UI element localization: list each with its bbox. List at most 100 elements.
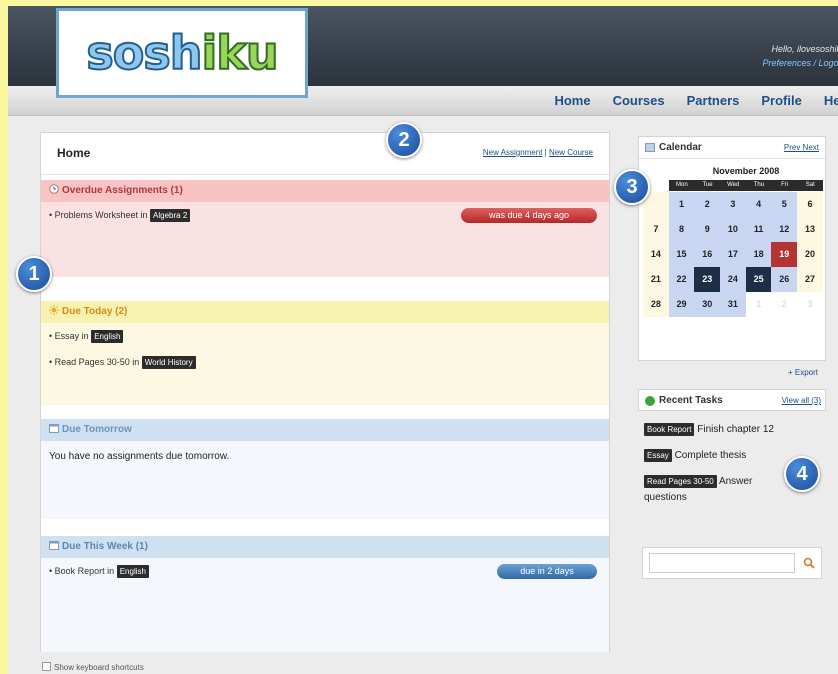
assignment-row[interactable]: • Read Pages 30-50 in World History xyxy=(41,349,609,375)
calendar-day[interactable]: 22 xyxy=(668,267,695,292)
calendar-day[interactable]: 27 xyxy=(797,267,823,292)
due-this-week-section: Due This Week (1) • Book Report in Engli… xyxy=(41,536,609,652)
list-item[interactable]: Read Pages 30-50 Answer questions xyxy=(644,474,794,506)
calendar-day[interactable]: 9 xyxy=(694,217,721,242)
task-text: Complete thesis xyxy=(674,450,747,461)
weekday-header: Mon Tue Wed Thu Fri Sat xyxy=(669,180,824,191)
overdue-section: Overdue Assignments (1) • Problems Works… xyxy=(41,180,609,277)
recent-tasks-title: Recent Tasks xyxy=(659,395,723,406)
assignment-row[interactable]: • Essay in English xyxy=(41,323,609,349)
weekday-label: Sat xyxy=(805,182,815,188)
task-tag[interactable]: Book Report xyxy=(644,423,695,436)
assignment-row[interactable]: • Book Report in English due in 2 days xyxy=(41,558,609,584)
panel-actions: New Assignment | New Course xyxy=(483,148,593,157)
callout-badge-3: 3 xyxy=(614,169,650,205)
status-badge: due in 2 days xyxy=(497,564,597,579)
callout-badge-2: 2 xyxy=(386,122,422,158)
nav-partners[interactable]: Partners xyxy=(687,93,740,108)
nav-home[interactable]: Home xyxy=(554,93,590,108)
course-tag[interactable]: English xyxy=(116,565,149,578)
greeting-text: Hello, ilovesoshiku xyxy=(771,44,838,54)
new-assignment-link[interactable]: New Assignment xyxy=(483,148,543,157)
list-item[interactable]: Book Report Finish chapter 12 xyxy=(644,422,828,438)
calendar-day[interactable]: 3 xyxy=(720,192,746,217)
calendar-header: Calendar Prev Next xyxy=(639,137,825,159)
account-links[interactable]: Preferences / Logout xyxy=(762,56,838,70)
calendar-day[interactable]: 14 xyxy=(643,242,669,267)
course-tag[interactable]: World History xyxy=(141,356,196,369)
assignment-title[interactable]: Essay in xyxy=(55,331,89,341)
calendar-icon xyxy=(645,143,655,152)
view-all-link[interactable]: View all (3) xyxy=(782,396,821,405)
calendar-day[interactable]: 2 xyxy=(771,292,798,317)
nav-help[interactable]: Help xyxy=(824,93,838,108)
calendar-day[interactable]: 25 xyxy=(745,267,772,292)
calendar-day[interactable]: 16 xyxy=(694,242,721,267)
calendar-day[interactable]: 30 xyxy=(694,292,721,317)
link-separator: | xyxy=(544,148,547,157)
calendar-day[interactable]: 26 xyxy=(771,267,798,292)
logo[interactable]: soshiku xyxy=(56,8,308,98)
calendar-day[interactable]: 13 xyxy=(797,217,823,242)
today-heading-text: Due Today (2) xyxy=(62,306,128,317)
weekday-label: Thu xyxy=(753,182,765,188)
user-greeting: Hello, ilovesoshiku Preferences / Logout xyxy=(762,42,838,70)
calendar-day[interactable]: 2 xyxy=(694,192,721,217)
calendar-day[interactable]: 3 xyxy=(797,292,823,317)
task-text: Finish chapter 12 xyxy=(697,424,774,435)
search-input[interactable] xyxy=(649,553,795,573)
calendar-day[interactable]: 24 xyxy=(720,267,746,292)
main-nav: Home Courses Partners Profile Help xyxy=(554,93,838,108)
task-tag[interactable]: Read Pages 30-50 xyxy=(644,475,717,488)
assignment-title[interactable]: Problems Worksheet in xyxy=(55,210,148,220)
calendar-day[interactable]: 23 xyxy=(694,267,721,292)
calendar-title: Calendar xyxy=(659,142,702,153)
calendar-day[interactable]: 1 xyxy=(745,292,772,317)
calendar-day[interactable]: 7 xyxy=(643,217,669,242)
calendar-day[interactable]: 19 xyxy=(771,242,798,267)
new-course-link[interactable]: New Course xyxy=(549,148,593,157)
calendar-day[interactable]: 1 xyxy=(668,192,695,217)
tomorrow-heading: Due Tomorrow xyxy=(41,419,609,441)
course-tag[interactable]: Algebra 2 xyxy=(150,209,191,222)
calendar-month: November 2008 xyxy=(712,166,780,176)
check-circle-icon xyxy=(645,396,655,406)
calendar-day[interactable]: 10 xyxy=(720,217,746,242)
nav-profile[interactable]: Profile xyxy=(761,93,801,108)
assignment-row[interactable]: • Problems Worksheet in Algebra 2 was du… xyxy=(41,202,609,228)
search-icon[interactable] xyxy=(803,557,815,569)
task-tag[interactable]: Essay xyxy=(644,449,672,462)
calendar-widget: Calendar Prev Next November 2008 Mon Tue W… xyxy=(638,136,826,361)
weekday-label: Tue xyxy=(702,182,713,188)
calendar-nav[interactable]: Prev Next xyxy=(784,143,819,152)
callout-badge-1: 1 xyxy=(16,256,52,292)
assignment-title[interactable]: Book Report in xyxy=(55,566,115,576)
calendar-day[interactable]: 12 xyxy=(771,217,798,242)
calendar-day[interactable]: 4 xyxy=(745,192,772,217)
calendar-day[interactable]: 31 xyxy=(720,292,746,317)
checkbox[interactable] xyxy=(42,662,51,671)
keyboard-shortcuts-label: Show keyboard shortcuts xyxy=(54,663,144,672)
calendar-day[interactable]: 5 xyxy=(771,192,798,217)
calendar-day[interactable]: 18 xyxy=(745,242,772,267)
assignment-title[interactable]: Read Pages 30-50 in xyxy=(55,357,140,367)
calendar-icon xyxy=(49,420,59,433)
calendar-day[interactable]: 6 xyxy=(797,192,823,217)
recent-tasks-header: Recent Tasks View all (3) xyxy=(638,389,826,411)
keyboard-shortcuts-toggle[interactable]: Show keyboard shortcuts xyxy=(42,662,144,672)
calendar-day[interactable]: 15 xyxy=(668,242,695,267)
calendar-day[interactable]: 8 xyxy=(668,217,695,242)
course-tag[interactable]: English xyxy=(91,330,124,343)
calendar-day[interactable]: 21 xyxy=(643,267,669,292)
nav-courses[interactable]: Courses xyxy=(613,93,665,108)
due-today-section: Due Today (2) • Essay in English • Read … xyxy=(41,301,609,405)
calendar-day[interactable]: 11 xyxy=(745,217,772,242)
calendar-day[interactable]: 28 xyxy=(643,292,669,317)
home-panel: Home New Assignment | New Course Overdue… xyxy=(40,132,610,652)
export-link[interactable]: + Export xyxy=(788,368,818,377)
status-badge: was due 4 days ago xyxy=(461,208,597,223)
calendar-day[interactable]: 29 xyxy=(668,292,695,317)
search-box xyxy=(642,547,822,579)
calendar-day[interactable]: 17 xyxy=(720,242,746,267)
calendar-day[interactable]: 20 xyxy=(797,242,823,267)
